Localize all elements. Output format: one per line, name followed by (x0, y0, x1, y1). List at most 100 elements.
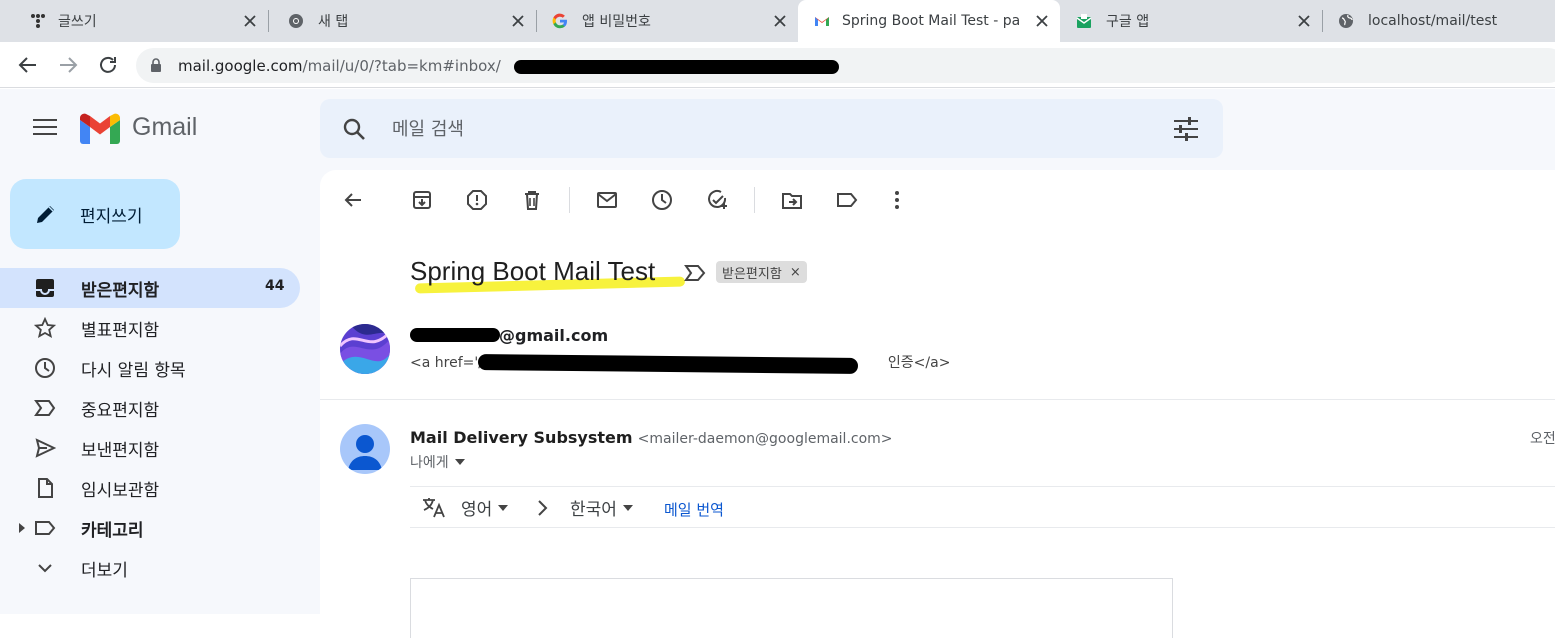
back-arrow-icon[interactable] (16, 53, 40, 77)
sidebar-item-more[interactable]: 더보기 (0, 548, 310, 588)
compose-label: 편지쓰기 (80, 206, 143, 227)
address-bar[interactable]: mail.google.com/mail/u/0/?tab=km#inbox/ (136, 48, 1555, 83)
message-view: Spring Boot Mail Test 받은편지함 × @gmail.com… (320, 170, 1555, 638)
globe-icon (1339, 14, 1353, 28)
search-bar[interactable] (320, 99, 1223, 158)
search-options-icon[interactable] (1173, 117, 1199, 141)
tab-write[interactable]: 글쓰기 (0, 0, 268, 42)
move-to-icon[interactable] (781, 189, 803, 211)
browser-toolbar: mail.google.com/mail/u/0/?tab=km#inbox/ (0, 42, 1555, 88)
chrome-icon (289, 14, 303, 28)
sidebar-item-snoozed[interactable]: 다시 알림 항목 (0, 348, 310, 388)
tab-google-app[interactable]: 구글 앱 (1060, 0, 1322, 42)
tab-gmail-active[interactable]: Spring Boot Mail Test - pa (798, 0, 1060, 42)
source-language-select[interactable]: 영어 (461, 495, 509, 520)
compose-button[interactable]: 편지쓰기 (10, 179, 180, 249)
inbox-icon (36, 279, 54, 297)
report-spam-icon[interactable] (466, 189, 488, 211)
trash-icon[interactable] (521, 189, 543, 211)
tab-new-tab[interactable]: 새 탭 (268, 0, 536, 42)
close-icon[interactable] (1034, 13, 1050, 29)
avatar-image (340, 324, 390, 374)
recipient-details[interactable]: 나에게 (410, 452, 465, 472)
sender-email[interactable]: @gmail.com (410, 326, 608, 345)
expand-caret-icon[interactable] (18, 522, 26, 534)
label-icon (35, 521, 56, 535)
message-body (410, 578, 1173, 638)
google-g-icon (552, 13, 567, 29)
gmail-wordmark[interactable]: Gmail (132, 113, 197, 142)
snippet-start: <a href='/ (410, 355, 483, 371)
more-vert-icon[interactable] (886, 189, 908, 211)
mail-open-icon (1076, 14, 1092, 28)
tab-title: 앱 비밀번호 (582, 14, 651, 30)
label-chip-text: 받은편지함 (722, 266, 782, 282)
url-path: /mail/u/0/?tab=km#inbox/ (302, 57, 501, 75)
tab-app-password[interactable]: 앱 비밀번호 (536, 0, 798, 42)
sidebar-item-inbox[interactable]: 받은편지함 44 (0, 268, 300, 308)
gmail-app: Gmail 편지쓰기 받은편지함 44 별표편지함 (0, 89, 1555, 638)
mark-unread-icon[interactable] (596, 189, 618, 211)
importance-marker-icon[interactable] (684, 264, 706, 282)
message-time: 오전 (1530, 431, 1555, 447)
sender-address: <mailer-daemon@googlemail.com> (637, 431, 893, 447)
tab-localhost[interactable]: localhost/mail/test (1322, 0, 1555, 42)
sidebar-nav: 받은편지함 44 별표편지함 다시 알림 항목 중요편지함 보낸편지함 임시보관… (0, 268, 310, 588)
close-icon[interactable] (772, 13, 788, 29)
gmail-logo-icon[interactable] (80, 113, 120, 145)
search-input[interactable] (392, 114, 1092, 144)
sidebar-item-starred[interactable]: 별표편지함 (0, 308, 310, 348)
browser-tab-strip: 글쓰기 새 탭 앱 비밀번호 Spring Boot Mail Test - p… (0, 0, 1555, 42)
url-host: mail.google.com (178, 57, 303, 75)
redaction-mark (514, 60, 839, 74)
sidebar-item-label: 임시보관함 (81, 481, 160, 501)
sidebar-item-important[interactable]: 중요편지함 (0, 388, 310, 428)
important-icon (34, 400, 56, 416)
snooze-clock-icon[interactable] (651, 189, 673, 211)
close-icon[interactable] (242, 13, 258, 29)
draft-icon (38, 478, 53, 498)
translate-bar: 영어 한국어 메일 번역 (410, 486, 1555, 528)
sidebar-item-categories[interactable]: 카테고리 (0, 508, 310, 548)
inbox-label-chip[interactable]: 받은편지함 × (716, 261, 807, 283)
sidebar-item-label: 중요편지함 (81, 401, 160, 421)
target-language: 한국어 (570, 500, 617, 520)
translate-message-link[interactable]: 메일 번역 (664, 499, 724, 520)
sidebar-item-label: 보낸편지함 (81, 441, 160, 461)
target-language-select[interactable]: 한국어 (570, 495, 633, 520)
tab-title: 구글 앱 (1106, 14, 1150, 30)
close-icon[interactable] (510, 13, 526, 29)
close-icon[interactable] (1296, 13, 1312, 29)
sidebar-item-drafts[interactable]: 임시보관함 (0, 468, 310, 508)
caret-down-icon (622, 504, 633, 511)
sender-name: Mail Delivery Subsystem (410, 428, 633, 447)
forward-arrow-icon[interactable] (56, 53, 80, 77)
avatar[interactable] (340, 424, 390, 474)
tistory-icon (31, 14, 45, 28)
archive-icon[interactable] (411, 189, 433, 211)
search-icon[interactable] (342, 117, 366, 141)
lock-icon[interactable] (150, 58, 162, 73)
remove-label-icon[interactable]: × (790, 265, 801, 280)
back-arrow-icon[interactable] (342, 189, 364, 211)
sidebar-item-label: 다시 알림 항목 (81, 361, 186, 381)
unread-count: 44 (265, 278, 285, 294)
sidebar-item-label: 별표편지함 (81, 321, 160, 341)
chevron-right-icon (538, 500, 548, 516)
avatar[interactable] (340, 324, 390, 374)
source-language: 영어 (461, 500, 493, 520)
sidebar-item-label: 카테고리 (81, 521, 144, 541)
url-text[interactable]: mail.google.com/mail/u/0/?tab=km#inbox/ (178, 57, 501, 75)
label-icon[interactable] (836, 189, 858, 211)
chevron-down-icon (38, 564, 52, 573)
recipient-text: 나에게 (410, 455, 449, 471)
caret-down-icon[interactable] (454, 459, 465, 465)
translate-icon (423, 498, 445, 518)
snippet-end: 인증</a> (887, 355, 951, 371)
reload-icon[interactable] (96, 53, 120, 77)
sender-line[interactable]: Mail Delivery Subsystem <mailer-daemon@g… (410, 428, 893, 447)
sidebar-item-sent[interactable]: 보낸편지함 (0, 428, 310, 468)
gmail-icon (815, 17, 829, 26)
add-task-icon[interactable] (706, 189, 728, 211)
hamburger-menu-icon[interactable] (33, 118, 57, 136)
